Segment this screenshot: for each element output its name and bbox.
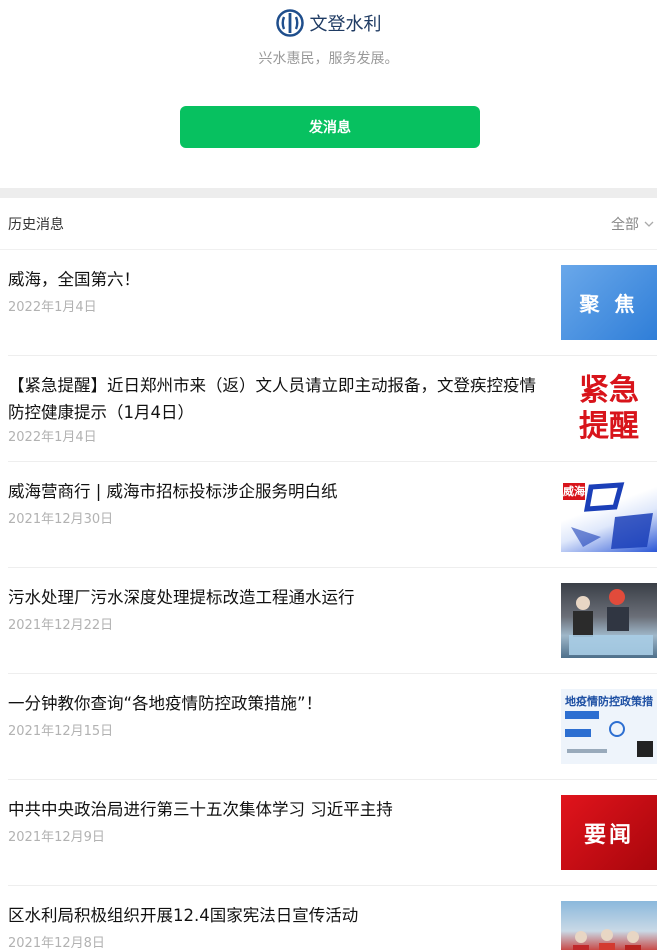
article-date: 2022年1月4日 [8, 300, 97, 315]
article-date: 2022年1月4日 [8, 430, 97, 445]
history-filter-dropdown[interactable]: 全部 [611, 214, 657, 234]
article-title[interactable]: 【紧急提醒】近日郑州市来（返）文人员请立即主动报备，文登疾控疫情防控健康提示（1… [8, 372, 540, 426]
thumbnail-graphic [565, 711, 653, 757]
section-divider [0, 188, 657, 198]
account-header: 文登水利 兴水惠民，服务发展。 发消息 [0, 0, 657, 188]
thumbnail-text: 聚 焦 [579, 292, 639, 316]
article-item[interactable]: 污水处理厂污水深度处理提标改造工程通水运行 2021年12月22日 [8, 568, 657, 674]
article-title[interactable]: 威海，全国第六！ [8, 266, 540, 293]
article-date: 2021年12月30日 [8, 512, 114, 527]
article-thumbnail[interactable]: 要闻 [561, 795, 657, 870]
article-date: 2021年12月9日 [8, 830, 105, 845]
article-thumbnail[interactable]: 紧急提醒 [561, 371, 657, 446]
article-list: 威海，全国第六！ 2022年1月4日 聚 焦 【紧急提醒】近日郑州市来（返）文人… [0, 250, 657, 950]
article-thumbnail[interactable] [561, 583, 657, 658]
article-item[interactable]: 威海营商行 | 威海市招标投标涉企服务明白纸 2021年12月30日 威海 [8, 462, 657, 568]
article-item[interactable]: 一分钟教你查询“各地疫情防控政策措施”！ 2021年12月15日 地疫情防控政策… [8, 674, 657, 780]
chevron-down-icon [644, 221, 654, 227]
photo-people-graphic [569, 589, 653, 655]
history-header: 历史消息 全部 [0, 198, 657, 250]
thumbnail-graphic [571, 482, 653, 549]
article-thumbnail[interactable]: 聚 焦 [561, 265, 657, 340]
account-slogan: 兴水惠民，服务发展。 [258, 51, 399, 67]
article-title[interactable]: 污水处理厂污水深度处理提标改造工程通水运行 [8, 584, 540, 611]
article-date: 2021年12月22日 [8, 618, 114, 633]
article-date: 2021年12月15日 [8, 724, 114, 739]
article-title[interactable]: 区水利局积极组织开展12.4国家宪法日宣传活动 [8, 902, 540, 929]
water-conservancy-logo-icon [275, 9, 304, 37]
filter-label: 全部 [611, 216, 639, 233]
photo-people-graphic [573, 929, 641, 950]
article-item[interactable]: 中共中央政治局进行第三十五次集体学习 习近平主持 2021年12月9日 要闻 [8, 780, 657, 886]
thumbnail-text: 紧急提醒 [579, 372, 639, 444]
account-brand: 文登水利 [0, 9, 657, 37]
history-title: 历史消息 [8, 216, 64, 233]
article-item[interactable]: 【紧急提醒】近日郑州市来（返）文人员请立即主动报备，文登疾控疫情防控健康提示（1… [8, 356, 657, 462]
send-message-button[interactable]: 发消息 [180, 106, 480, 148]
article-item[interactable]: 区水利局积极组织开展12.4国家宪法日宣传活动 2021年12月8日 [8, 886, 657, 950]
article-title[interactable]: 一分钟教你查询“各地疫情防控政策措施”！ [8, 690, 540, 717]
article-date: 2021年12月8日 [8, 936, 105, 950]
article-thumbnail[interactable] [561, 901, 657, 950]
article-thumbnail[interactable]: 地疫情防控政策措 [561, 689, 657, 764]
article-item[interactable]: 威海，全国第六！ 2022年1月4日 聚 焦 [8, 250, 657, 356]
article-title[interactable]: 中共中央政治局进行第三十五次集体学习 习近平主持 [8, 796, 540, 823]
thumbnail-text: 要闻 [583, 822, 634, 848]
article-title[interactable]: 威海营商行 | 威海市招标投标涉企服务明白纸 [8, 478, 540, 505]
account-name: 文登水利 [309, 14, 382, 35]
article-thumbnail[interactable]: 威海 [561, 477, 657, 552]
